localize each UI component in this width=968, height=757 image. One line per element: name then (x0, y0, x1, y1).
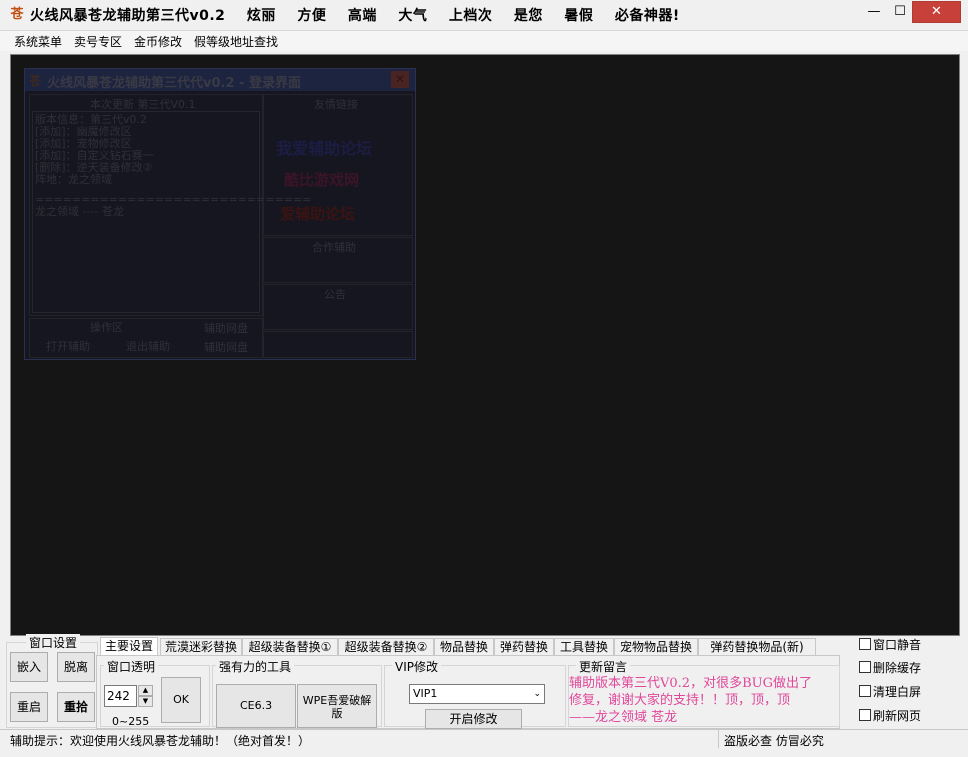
spin-up-icon[interactable]: ▲ (138, 685, 153, 696)
title-bar: 苍 火线风暴苍龙辅助第三代v0.2 炫丽 方便 高端 大气 上档次 是您 暑假 … (0, 0, 968, 31)
mute-window-label: 窗口静音 (873, 638, 922, 652)
clear-white-screen-label: 清理白屏 (873, 685, 922, 699)
status-divider (718, 730, 719, 748)
tab-ammo-item-new[interactable]: 弹药替换物品(新) (698, 638, 816, 655)
tab-main-settings[interactable]: 主要设置 (100, 637, 158, 656)
transparency-label: 窗口透明 (104, 658, 159, 675)
transparency-range: 0~255 (112, 715, 150, 728)
update-msg-text: 辅助版本第三代V0.2，对很多BUG做出了 修复，谢谢大家的支持！！顶，顶，顶 … (569, 676, 812, 725)
ghost-title: 火线风暴苍龙辅助第三代代v0.2 - 登录界面 (47, 76, 301, 91)
ghost-open-button: 打开辅助 (46, 340, 90, 353)
ghost-link-1: 我爱辅助论坛 (276, 139, 373, 158)
ce-button[interactable]: CE6.3 (216, 684, 296, 728)
menu-account-sale[interactable]: 卖号专区 (74, 33, 122, 50)
tools-label: 强有力的工具 (216, 658, 295, 675)
update-msg-label: 更新留言 (576, 658, 631, 675)
ghost-login-window: 苍 火线风暴苍龙辅助第三代代v0.2 - 登录界面 ✕ 本次更新 第三代V0.1… (24, 68, 416, 360)
tab-desert-camo[interactable]: 荒漠迷彩替换 (160, 638, 242, 655)
ghost-partner-panel: 合作辅助 (263, 237, 413, 283)
ghost-app-icon: 苍 (29, 74, 42, 88)
ghost-title-bar: 苍 火线风暴苍龙辅助第三代代v0.2 - 登录界面 ✕ (25, 69, 415, 91)
tab-super-gear-2[interactable]: 超级装备替换② (338, 638, 434, 655)
status-hint: 辅助提示：欢迎使用火线风暴苍龙辅助！（绝对首发！） (10, 734, 311, 748)
clear-cache-checkbox[interactable] (859, 661, 871, 673)
ghost-update-panel: 本次更新 第三代V0.1 版本信息：第三代v0.2 [添加]：幽魔修改区 [添加… (29, 94, 312, 316)
menu-gold-edit[interactable]: 金币修改 (134, 33, 182, 50)
minimize-button[interactable]: — (860, 1, 888, 23)
start-modify-button[interactable]: 开启修改 (425, 709, 522, 729)
tab-item-replace[interactable]: 物品替换 (434, 638, 494, 655)
ghost-links-header: 友情链接 (314, 98, 358, 111)
ghost-close-icon: ✕ (391, 71, 409, 88)
ghost-disk-panel: 辅助网盘 辅助网盘 (204, 322, 413, 358)
menu-system[interactable]: 系统菜单 (14, 33, 62, 50)
embed-button[interactable]: 嵌入 (10, 652, 48, 682)
maximize-button[interactable]: ☐ (886, 1, 914, 23)
vip-label: VIP修改 (392, 658, 441, 675)
refresh-page-label: 刷新网页 (873, 709, 922, 723)
vip-select-value: VIP1 (413, 687, 438, 700)
window-settings-label: 窗口设置 (26, 634, 81, 651)
tab-pet-item-replace[interactable]: 宠物物品替换 (614, 638, 698, 655)
ghost-notice-header: 公告 (324, 288, 346, 301)
ghost-ops-header: 操作区 (90, 321, 123, 334)
refresh-page-checkbox[interactable] (859, 709, 871, 721)
close-button[interactable]: ✕ (912, 1, 961, 23)
ghost-update-header: 本次更新 第三代V0.1 (90, 98, 196, 111)
ghost-links-panel: 友情链接 我爱辅助论坛 酷比游戏网 爱辅助论坛 (263, 94, 413, 236)
clear-cache-label: 删除缓存 (873, 661, 922, 675)
mute-window-checkbox[interactable] (859, 638, 871, 650)
ghost-partner-header: 合作辅助 (312, 241, 356, 254)
transparency-input[interactable]: 242 (104, 685, 137, 707)
wpe-button[interactable]: WPE吾爱破解版 (297, 684, 377, 728)
spin-down-icon[interactable]: ▼ (138, 696, 153, 707)
status-bar: 辅助提示：欢迎使用火线风暴苍龙辅助！（绝对首发！） 盗版必查 仿冒必究 (0, 729, 968, 749)
window-title: 火线风暴苍龙辅助第三代v0.2 炫丽 方便 高端 大气 上档次 是您 暑假 必备… (30, 8, 680, 24)
tab-ammo-replace[interactable]: 弹药替换 (494, 638, 554, 655)
detach-button[interactable]: 脱离 (57, 652, 95, 682)
pickup-button[interactable]: 重拾 (57, 692, 95, 722)
restart-button[interactable]: 重启 (10, 692, 48, 722)
tab-super-gear-1[interactable]: 超级装备替换① (242, 638, 338, 655)
chevron-down-icon: ⌄ (533, 689, 541, 699)
status-right: 盗版必查 仿冒必究 (724, 734, 824, 748)
menu-bar: 系统菜单 卖号专区 金币修改 假等级地址查找 (0, 31, 968, 51)
ghost-notice-panel: 公告 (263, 284, 413, 330)
transparency-ok-button[interactable]: OK (161, 677, 201, 723)
ghost-link-2: 酷比游戏网 (284, 171, 360, 189)
ghost-update-log: 版本信息：第三代v0.2 [添加]：幽魔修改区 [添加]：宠物修改区 [添加]：… (32, 111, 312, 313)
ghost-disk-button: 辅助网盘 (204, 341, 248, 354)
app-icon: 苍 (10, 7, 24, 22)
vip-select[interactable]: VIP1 ⌄ (409, 684, 545, 704)
clear-white-screen-checkbox[interactable] (859, 685, 871, 697)
ghost-disk-header: 辅助网盘 (204, 322, 248, 335)
ghost-exit-button: 退出辅助 (126, 340, 170, 353)
ghost-link-3: 爱辅助论坛 (280, 205, 356, 223)
menu-fake-level-search[interactable]: 假等级地址查找 (194, 33, 278, 50)
tab-tool-replace[interactable]: 工具替换 (554, 638, 614, 655)
